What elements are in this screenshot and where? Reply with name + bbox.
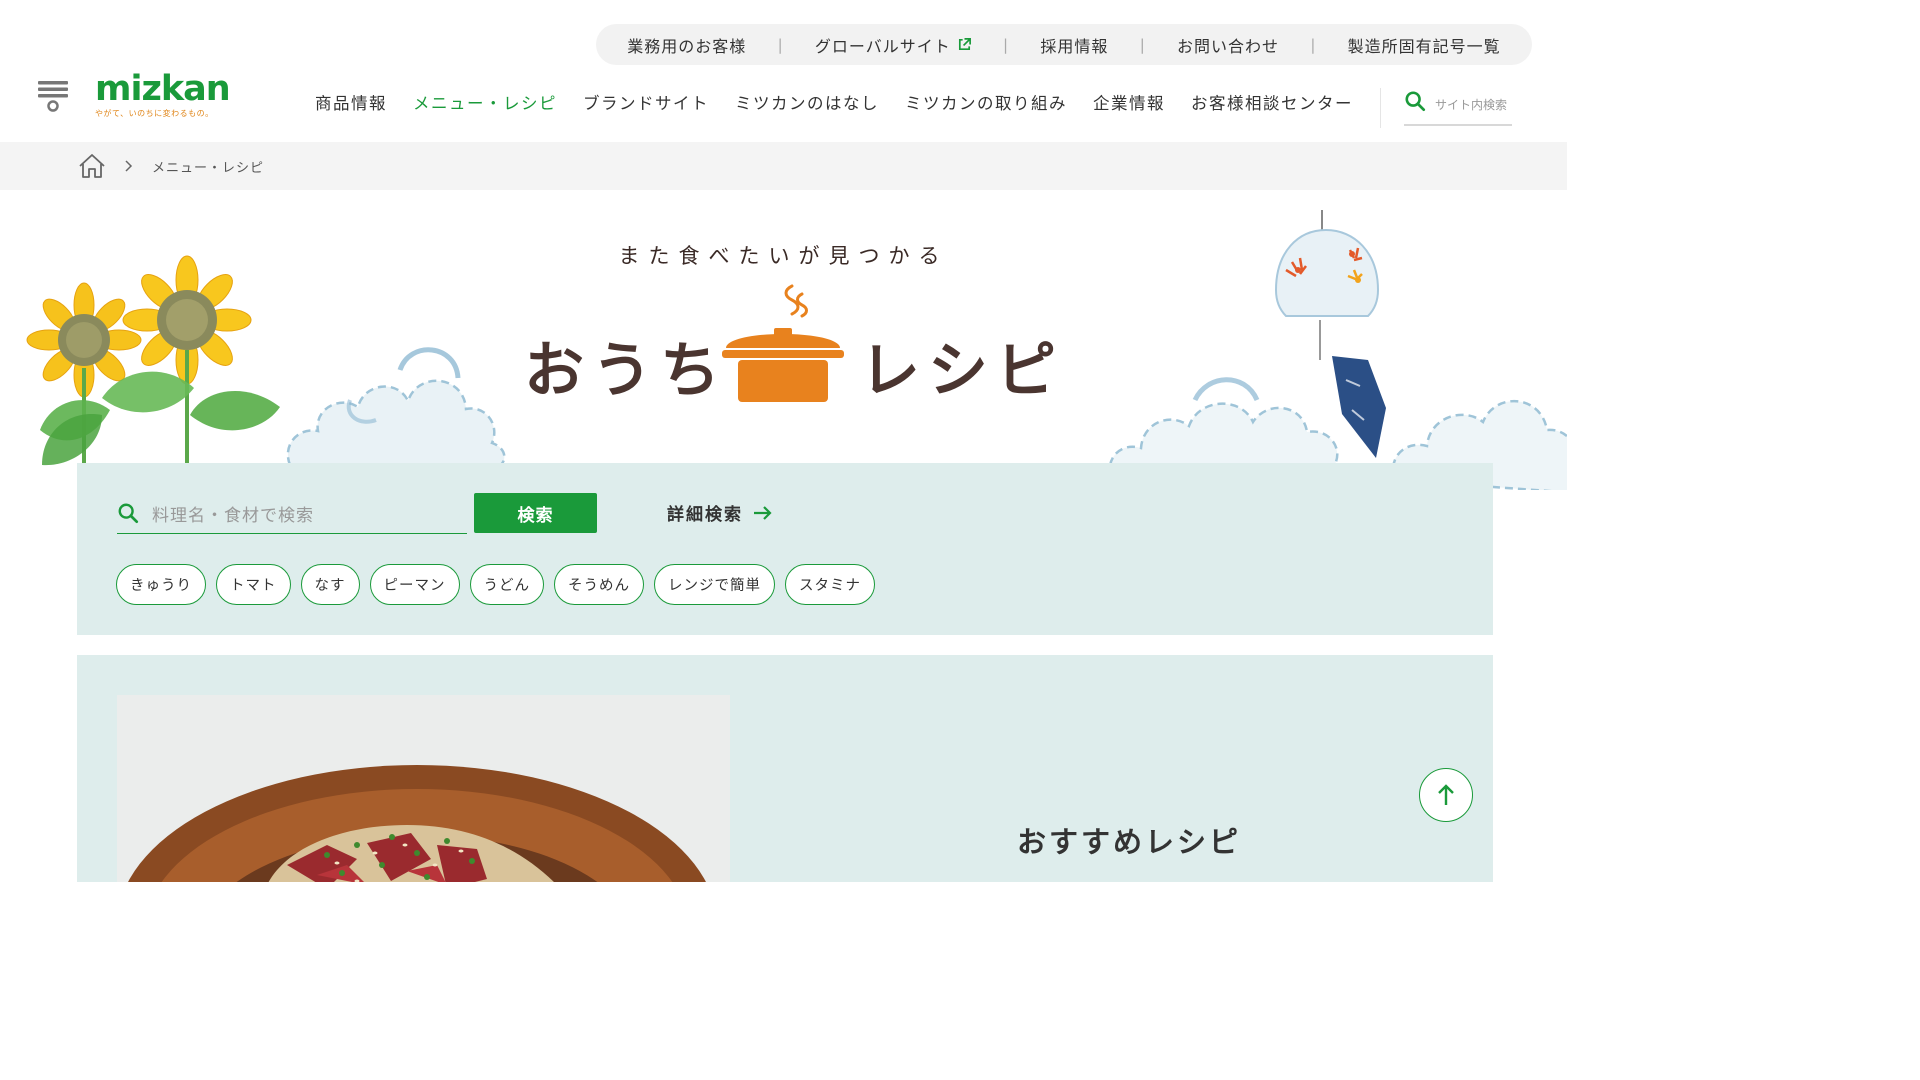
keyword-tag[interactable]: きゅうり [116,564,206,605]
global-nav: 商品情報 メニュー・レシピ ブランドサイト ミツカンのはなし ミツカンの取り組み… [315,90,1379,114]
util-link-recruit[interactable]: 採用情報 [1040,33,1108,57]
hero-subtitle: また食べたいが見つかる [618,244,949,268]
recipe-search-panel: 料理名・食材で検索 検索 詳細検索 きゅうり トマト なす ピーマン うどん そ… [77,463,1493,635]
nav-divider [1380,88,1381,128]
poke-bowl-image [117,695,730,882]
util-divider: | [1139,35,1146,54]
external-link-icon [958,38,971,51]
nav-corporate[interactable]: 企業情報 [1093,90,1165,114]
hero-title-left: おうち [524,336,728,406]
util-link-factory-codes[interactable]: 製造所固有記号一覧 [1348,33,1501,57]
breadcrumb-current: メニュー・レシピ [152,160,265,176]
keyword-tag-list: きゅうり トマト なす ピーマン うどん そうめん レンジで簡単 スタミナ [116,564,875,605]
menu-icon[interactable] [37,80,69,112]
mizkan-logo[interactable]: mizkan やがて、いのちに変わるもの。 [95,69,235,118]
recommended-recipe-section: おすすめレシピ [77,655,1493,882]
recipe-search-input[interactable]: 料理名・食材で検索 [117,493,467,534]
nav-menu-recipe[interactable]: メニュー・レシピ [413,90,557,114]
back-to-top-button[interactable] [1419,768,1473,822]
util-link-global[interactable]: グローバルサイト [815,33,972,57]
nav-brand-site[interactable]: ブランドサイト [583,90,709,114]
search-icon [1405,91,1426,112]
nav-customer-center[interactable]: お客様相談センター [1191,90,1353,114]
pot-icon [722,284,844,402]
util-divider: | [1310,35,1317,54]
search-button[interactable]: 検索 [474,493,597,533]
arrow-up-icon [1438,784,1454,805]
cloud-illustration-left [286,347,506,470]
util-link-global-label: グローバルサイト [814,36,951,56]
arrow-right-icon [754,505,772,520]
breadcrumb: メニュー・レシピ [0,142,1567,190]
chevron-right-icon [125,160,133,172]
hero-title-right: レシピ [860,336,1064,406]
keyword-tag[interactable]: なす [300,564,360,605]
logo-tagline: やがて、いのちに変わるもの。 [95,109,214,118]
keyword-tag[interactable]: ピーマン [369,564,460,605]
nav-about-story[interactable]: ミツカンのはなし [735,90,879,114]
recommended-heading: おすすめレシピ [1017,825,1242,859]
util-link-contact[interactable]: お問い合わせ [1177,33,1279,57]
util-divider: | [777,35,784,54]
nav-initiatives[interactable]: ミツカンの取り組み [905,90,1067,114]
sunflower-illustration [26,255,280,468]
advanced-search-label: 詳細検索 [667,505,743,525]
advanced-search-link[interactable]: 詳細検索 [667,500,773,525]
search-icon [118,503,139,524]
home-icon[interactable] [78,153,106,179]
keyword-tag[interactable]: うどん [469,564,544,605]
keyword-tag[interactable]: レンジで簡単 [654,564,775,605]
logo-wordmark: mizkan [95,69,231,109]
util-divider: | [1003,35,1010,54]
keyword-tag[interactable]: トマト [216,564,291,605]
keyword-tag[interactable]: スタミナ [785,564,875,605]
site-search-input[interactable]: サイト内検索 [1404,90,1512,126]
utility-nav: 業務用のお客様 | グローバルサイト | 採用情報 | お問い合わせ | 製造所… [596,24,1532,65]
keyword-tag[interactable]: そうめん [554,564,644,605]
site-search-placeholder: サイト内検索 [1435,98,1508,112]
recipe-search-placeholder: 料理名・食材で検索 [152,505,314,526]
util-link-business[interactable]: 業務用のお客様 [627,33,746,57]
nav-products[interactable]: 商品情報 [315,90,387,114]
recommended-recipe-photo[interactable] [117,695,730,882]
